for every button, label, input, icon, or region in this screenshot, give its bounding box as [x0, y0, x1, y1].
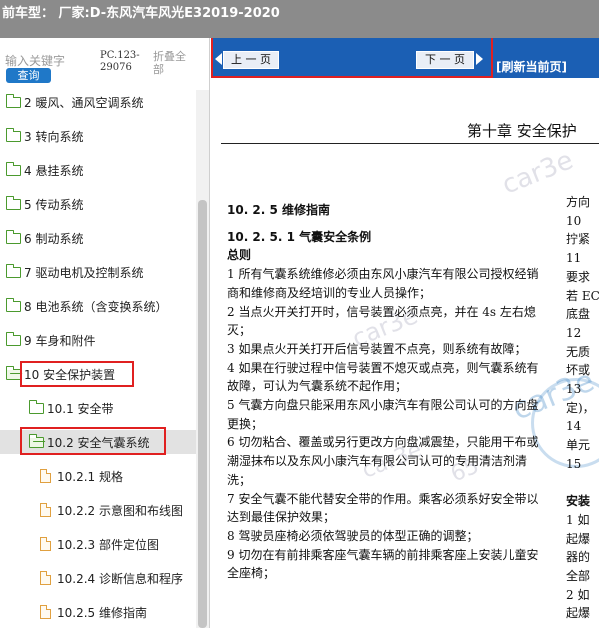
sidebar-scrollbar[interactable] [196, 90, 209, 628]
folder-icon [29, 399, 44, 414]
sidebar: 查询 PC.123-29076 折叠全部 2 暖风、通风空调系统 3 转向系统 … [0, 38, 210, 628]
paragraph: 1 所有气囊系统维修必须由东风小康汽车有限公司授权经销商和维修商及经培训的专业人… [227, 267, 539, 300]
tree-item-3[interactable]: 3 转向系统 [0, 124, 196, 148]
tree-item-label: 7 驱动电机及控制系统 [24, 265, 144, 280]
tree-item-10-1[interactable]: 10.1 安全带 [0, 396, 196, 420]
side-line: 起爆 [566, 531, 591, 546]
folder-icon [6, 263, 21, 278]
document-icon [40, 571, 51, 585]
folder-icon [6, 229, 21, 244]
side-line: 定)， [566, 400, 595, 415]
side-line: 1 如 [566, 512, 590, 527]
side-line: 拧紧 [566, 232, 591, 247]
document-body: 10. 2. 5 维修指南 10. 2. 5. 1 气囊安全条例 总则 1 所有… [227, 201, 539, 583]
tree-item-5[interactable]: 5 传动系统 [0, 192, 196, 216]
tree-item-10-2-3[interactable]: 10.2.3 部件定位图 [0, 532, 196, 556]
side-line: 13 [566, 382, 582, 397]
tree-item-2[interactable]: 2 暖风、通风空调系统 [0, 90, 196, 114]
paragraph: 6 切勿粘合、覆盖或另行更改方向盘减震垫，只能用干布或潮湿抹布以及东风小康汽车有… [227, 435, 539, 487]
chapter-title: 第十章 安全保护 [467, 122, 577, 140]
page-navbar: 上 一 页 下 一 页 [刷新当前页] [211, 38, 599, 78]
side-line: 全部 [566, 569, 591, 584]
side-line: 若 EC [566, 288, 599, 303]
paragraph: 5 气囊方向盘只能采用东风小康汽车有限公司认可的方向盘更换； [227, 398, 539, 431]
general-heading: 总则 [227, 248, 252, 263]
tree-item-label: 10.2 安全气囊系统 [47, 435, 150, 450]
document-icon [40, 503, 51, 517]
tree-item-6[interactable]: 6 制动系统 [0, 226, 196, 250]
tree-item-label: 10.2.4 诊断信息和程序 [57, 571, 183, 586]
side-line: 底盘 [566, 307, 591, 322]
tree-item-label: 10.1 安全带 [47, 401, 114, 416]
folder-icon [6, 93, 21, 108]
paragraph: 9 切勿在有前排乘客座气囊车辆的前排乘客座上安装儿童安全座椅； [227, 547, 539, 581]
tree-item-10-2-1[interactable]: 10.2.1 规格 [0, 464, 196, 488]
side-line: 无质 [566, 344, 591, 359]
folder-icon [6, 195, 21, 210]
tree-item-label: 6 制动系统 [24, 231, 84, 246]
collapse-all-link[interactable]: 折叠全部 [153, 50, 195, 76]
content-pane: 上 一 页 下 一 页 [刷新当前页] car3e car3e car3e ca… [211, 38, 599, 628]
side-line: 坏或 [566, 363, 591, 378]
side-line: 方向 [566, 195, 591, 209]
tree-item-label: 10.2.2 示意图和布线图 [57, 503, 183, 518]
tree-item-label: 3 转向系统 [24, 129, 84, 144]
tree-item-label: 4 悬挂系统 [24, 163, 84, 178]
side-line: 起爆 [566, 606, 591, 621]
folder-icon [6, 297, 21, 312]
annotation-highlight [211, 38, 493, 78]
pc-code: PC.123-29076 [100, 50, 140, 73]
tree-item-label: 9 车身和附件 [24, 333, 96, 348]
window-title: 前车型： 厂家:D-东风汽车风光E32019-2020 [0, 0, 599, 38]
side-line: 2 如 [566, 587, 590, 602]
folder-icon [6, 331, 21, 346]
side-line: 器的 [566, 550, 591, 565]
tree-item-10-2-2[interactable]: 10.2.2 示意图和布线图 [0, 498, 196, 522]
paragraph: 7 安全气囊不能代替安全带的作用。乘客必须系好安全带以达到最佳保护效果； [227, 491, 539, 525]
tree-item-label: 10 安全保护装置 [24, 367, 116, 382]
paragraph: 2 当点火开关打开时，信号装置必须点亮，并在 4s 左右熄灭； [227, 304, 536, 338]
folder-icon [6, 161, 21, 176]
tree-item-4[interactable]: 4 悬挂系统 [0, 158, 196, 182]
next-column-text: 方向 10 拧紧 11 要求 若 EC 底盘 12 无质 坏或 13 定)， 1… [566, 193, 599, 623]
scrollbar-thumb[interactable] [198, 200, 207, 628]
document-icon [40, 469, 51, 483]
tree-item-label: 10.2.5 维修指南 [57, 605, 147, 620]
paragraph: 3 如果点火开关打开后信号装置不点亮，则系统有故障； [227, 341, 527, 356]
tree-item-9[interactable]: 9 车身和附件 [0, 328, 196, 352]
tree-item-10-2-5[interactable]: 10.2.5 维修指南 [0, 600, 196, 624]
paragraph: 8 驾驶员座椅必须依驾驶员的体型正确的调整； [227, 528, 479, 543]
query-button[interactable]: 查询 [6, 68, 51, 83]
section-heading: 10. 2. 5 维修指南 [227, 203, 331, 217]
side-line: 10 [566, 213, 582, 228]
open-folder-icon [29, 433, 44, 448]
tree-item-label: 2 暖风、通风空调系统 [24, 95, 144, 110]
tree-item-8[interactable]: 8 电池系统（含变换系统） [0, 294, 196, 318]
side-line: 安装 [566, 494, 591, 509]
side-line: 14 [566, 419, 582, 434]
paragraph: 4 如果在行驶过程中信号装置不熄灭或点亮，则气囊系统有故障，可认为气囊系统不起作… [227, 360, 539, 394]
tree-item-label: 8 电池系统（含变换系统） [24, 299, 168, 314]
side-line: 要求 [566, 269, 591, 284]
tree-item-label: 10.2.1 规格 [57, 469, 123, 484]
tree-item-label: 5 传动系统 [24, 197, 84, 212]
side-line: 15 [566, 456, 582, 471]
chapter-rule [221, 143, 599, 144]
subsection-heading: 10. 2. 5. 1 气囊安全条例 [227, 229, 372, 244]
side-line: 单元 [566, 438, 591, 453]
folder-icon [6, 127, 21, 142]
document-icon [40, 537, 51, 551]
tree-item-7[interactable]: 7 驱动电机及控制系统 [0, 260, 196, 284]
side-line: 11 [566, 251, 582, 266]
open-folder-icon [6, 365, 21, 380]
tree-item-10-2[interactable]: 10.2 安全气囊系统 [0, 430, 196, 454]
tree-item-label: 10.2.3 部件定位图 [57, 537, 159, 552]
search-row: 查询 PC.123-29076 折叠全部 [0, 38, 209, 90]
side-line [566, 474, 599, 493]
side-line: 12 [566, 325, 582, 340]
document-icon [40, 605, 51, 619]
tree-item-10-2-4[interactable]: 10.2.4 诊断信息和程序 [0, 566, 196, 590]
refresh-page-link[interactable]: [刷新当前页] [496, 58, 567, 75]
tree-item-10[interactable]: 10 安全保护装置 [0, 362, 196, 386]
